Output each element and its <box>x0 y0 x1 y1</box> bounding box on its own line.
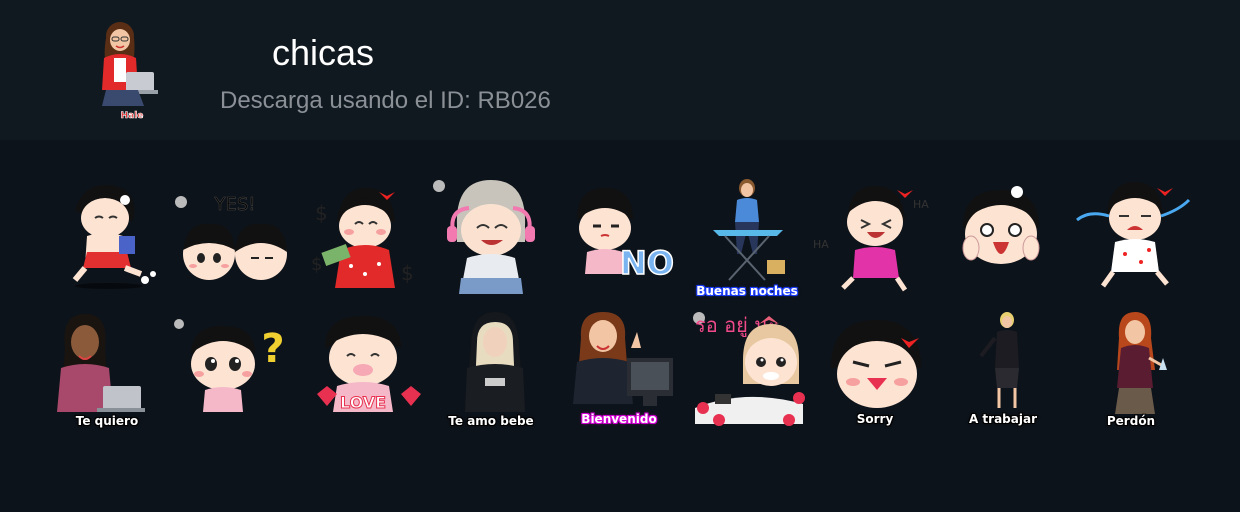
sticker-woman-ironing[interactable]: Buenas noches <box>685 170 809 298</box>
svg-text:NO: NO <box>620 244 674 282</box>
svg-text:HA: HA <box>813 238 829 251</box>
svg-text:$: $ <box>401 261 414 285</box>
sticker-caption: A trabajar <box>968 412 1038 426</box>
svg-text:?: ? <box>261 326 284 372</box>
sticker-girl-flowers[interactable]: รอ อยู่ นะ <box>685 308 809 436</box>
pack-title: chicas <box>272 32 375 73</box>
sticker-girl-money[interactable]: $ $ $ <box>301 170 425 298</box>
sticker-baby-love[interactable]: LOVE <box>301 308 425 436</box>
sticker-grid: YES! $ $ $ NO Buenas noches HA HA Te qui… <box>45 170 1215 450</box>
girl-with-laptop-icon: Hale <box>92 14 172 124</box>
svg-text:Hale: Hale <box>121 111 144 121</box>
pack-download-id: Descarga usando el ID: RB026 <box>220 87 551 114</box>
sticker-girl-headphones[interactable] <box>429 170 553 298</box>
sticker-caption: Perdón <box>1106 414 1156 428</box>
sticker-girl-running[interactable] <box>45 170 169 298</box>
sticker-redhead-woman[interactable]: Perdón <box>1069 308 1193 436</box>
sticker-girl-shocked[interactable] <box>941 170 1065 298</box>
sticker-two-babies-yes[interactable]: YES! <box>173 170 297 298</box>
sticker-businesswoman[interactable]: A trabajar <box>941 308 1065 436</box>
sticker-girl-sorry[interactable]: Sorry <box>813 308 937 436</box>
pack-header: Hale chicas Descarga usando el ID: RB026 <box>0 0 1240 140</box>
svg-text:$: $ <box>315 201 328 225</box>
svg-text:$: $ <box>311 254 322 275</box>
svg-text:HA: HA <box>913 198 929 211</box>
sticker-baby-no[interactable]: NO <box>557 170 681 298</box>
sticker-woman-computer[interactable]: Bienvenido <box>557 308 681 436</box>
sticker-caption: Te amo bebe <box>448 414 534 428</box>
sticker-woman-laptop[interactable]: Te quiero <box>45 308 169 436</box>
sticker-caption: Bienvenido <box>581 412 657 426</box>
sticker-girl-laughing[interactable]: HA HA <box>813 170 937 298</box>
sticker-caption: Buenas noches <box>696 284 798 298</box>
sticker-caption: Te quiero <box>75 414 139 428</box>
sticker-woman-hoodie[interactable]: Te amo bebe <box>429 308 553 436</box>
svg-text:YES!: YES! <box>213 194 255 215</box>
sticker-baby-question[interactable]: ? <box>173 308 297 436</box>
svg-text:LOVE: LOVE <box>340 393 386 412</box>
sticker-girl-crying[interactable] <box>1069 170 1193 298</box>
sticker-caption: Sorry <box>856 412 894 426</box>
